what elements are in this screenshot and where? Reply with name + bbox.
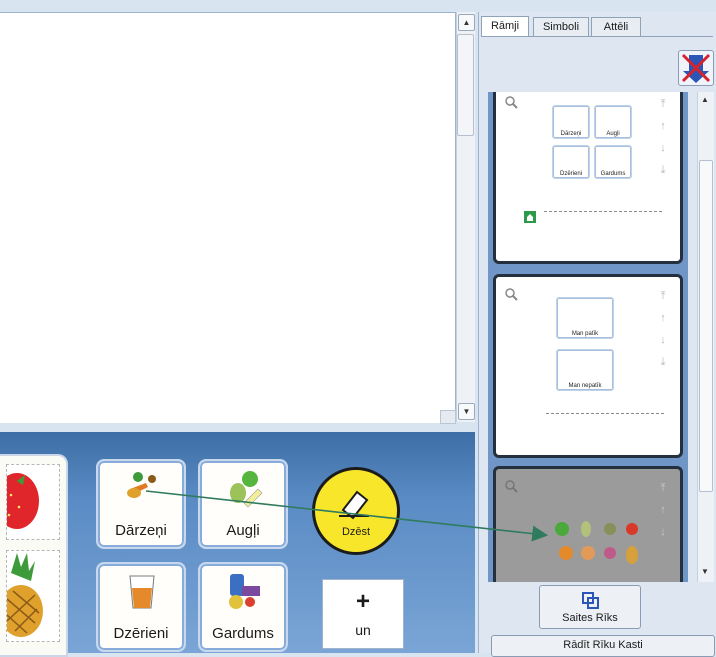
mini-cell-label: Gardums — [600, 171, 626, 177]
cell-label: Augļi — [226, 522, 260, 539]
scroll-down-button[interactable]: ▼ — [698, 566, 712, 578]
mini-cell: Augļi — [594, 105, 632, 139]
reorder-arrows[interactable]: ⤒ ↑ ↓ ⤓ — [656, 93, 670, 181]
reorder-arrows[interactable]: ⤒ ↑ ↓ — [656, 477, 670, 543]
zoom-icon[interactable] — [504, 479, 518, 493]
mini-cell-label: Man nepatīk — [568, 383, 602, 389]
tab-frames[interactable]: Rāmji — [481, 16, 529, 37]
mini-cell: Dzērieni — [552, 145, 590, 179]
tab-divider — [481, 36, 713, 37]
symbol-cell-sweets[interactable]: Gardums — [198, 562, 288, 652]
mini-cell-label: Dzērieni — [559, 171, 582, 177]
placeholder-row — [546, 413, 664, 414]
sweets-icon — [229, 574, 260, 609]
and-label: un — [355, 622, 371, 638]
home-icon — [524, 211, 536, 223]
reorder-arrows[interactable]: ⤒ ↑ ↓ ⤓ — [656, 285, 670, 373]
strawberry-frame — [0, 464, 60, 540]
plus-icon: + — [355, 588, 370, 615]
resize-corner[interactable] — [440, 410, 456, 424]
frame-thumbnail-2[interactable]: Man patīk Man nepatīk ⤒ ↑ ↓ ⤓ — [493, 274, 683, 458]
scroll-up-button[interactable]: ▲ — [458, 14, 475, 31]
editor-canvas[interactable] — [0, 12, 456, 423]
fruit-icon — [230, 471, 263, 508]
cell-label: Gardums — [212, 625, 274, 642]
frame-thumbnail-1[interactable]: Dārzeņi Augļi Dzērieni Gardums ⤒ ↑ ↓ ⤓ — [493, 92, 683, 264]
link-tool-button[interactable]: Saites Rīks — [539, 585, 641, 629]
tab-symbols[interactable]: Simboli — [533, 17, 589, 36]
mini-cell-label: Augļi — [606, 131, 620, 137]
frame-thumbnail-3-selected[interactable]: ⤒ ↑ ↓ — [493, 466, 683, 582]
partial-symbol-card[interactable] — [0, 454, 68, 657]
mini-cell: Dārzeņi — [552, 105, 590, 139]
mini-cell: Gardums — [594, 145, 632, 179]
strawberry-icon — [0, 473, 39, 529]
pineapple-icon — [0, 553, 43, 637]
link-tool-icon — [582, 592, 599, 609]
erase-label: Dzēst — [341, 526, 371, 538]
frame-thumbnail-list[interactable]: Dārzeņi Augļi Dzērieni Gardums ⤒ ↑ ↓ ⤓ Man … — [488, 92, 688, 582]
mini-cell: Man patīk — [556, 297, 614, 339]
add-and-button[interactable]: + un — [322, 579, 404, 649]
pineapple-frame — [0, 550, 60, 642]
vegetables-icon — [127, 472, 156, 498]
cell-label: Dārzeņi — [115, 522, 167, 539]
symbol-cell-fruit[interactable]: Augļi — [198, 459, 288, 549]
scroll-down-button[interactable]: ▼ — [458, 403, 475, 420]
symbol-cell-drinks[interactable]: Dzērieni — [96, 562, 186, 652]
cell-label: Dzērieni — [113, 625, 169, 642]
eraser-icon — [339, 490, 369, 520]
thumbnail-scroll-thumb[interactable] — [699, 160, 713, 492]
download-to-page-button[interactable] — [678, 50, 714, 86]
zoom-icon[interactable] — [504, 95, 518, 109]
erase-button[interactable]: Dzēst — [312, 467, 400, 555]
editor-scroll-thumb[interactable] — [457, 34, 474, 136]
zoom-icon[interactable] — [504, 287, 518, 301]
fruit-group-icon — [555, 521, 638, 564]
placeholder-row — [544, 211, 662, 212]
drink-icon — [129, 575, 155, 609]
scroll-up-button[interactable]: ▲ — [698, 94, 712, 106]
mini-cell: Man nepatīk — [556, 349, 614, 391]
mini-cell-label: Man patīk — [571, 331, 599, 337]
tab-images[interactable]: Attēli — [591, 17, 641, 36]
download-to-page-icon — [681, 53, 711, 83]
mini-cell-label: Dārzeņi — [560, 131, 582, 137]
show-toolbox-button[interactable]: Rādīt Rīku Kasti — [491, 635, 715, 657]
symbol-cell-vegetables[interactable]: Dārzeņi — [96, 459, 186, 549]
link-tool-label: Saites Rīks — [562, 612, 618, 624]
